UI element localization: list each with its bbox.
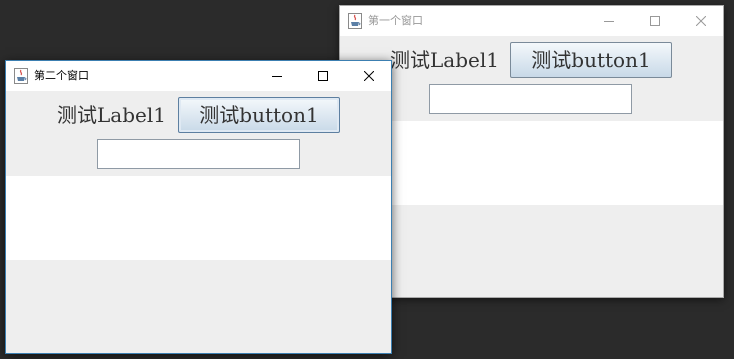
test-button[interactable]: 测试button1 <box>178 97 340 133</box>
content-panel <box>6 176 391 260</box>
window-title: 第二个窗口 <box>34 69 89 82</box>
close-icon <box>364 71 374 81</box>
maximize-button[interactable] <box>632 6 678 36</box>
titlebar-second[interactable]: 第二个窗口 <box>6 61 391 91</box>
java-cup-icon <box>348 13 362 29</box>
minimize-icon <box>604 21 614 22</box>
minimize-button[interactable] <box>586 6 632 36</box>
minimize-button[interactable] <box>254 61 300 91</box>
titlebar-first[interactable]: 第一个窗口 <box>340 6 723 36</box>
java-cup-icon <box>14 68 28 84</box>
window-second[interactable]: 第二个窗口 测试Label1 测试button1 <box>5 60 392 354</box>
maximize-icon <box>650 16 660 26</box>
maximize-icon <box>318 71 328 81</box>
test-label: 测试Label1 <box>57 103 166 127</box>
close-icon <box>696 16 706 26</box>
close-button[interactable] <box>346 61 392 91</box>
text-field[interactable] <box>97 139 300 169</box>
desktop: 第一个窗口 测试Label1 测试button1 第二个窗口 测试Label1 … <box>0 0 734 359</box>
maximize-button[interactable] <box>300 61 346 91</box>
minimize-icon <box>272 76 282 77</box>
test-button[interactable]: 测试button1 <box>510 42 672 78</box>
content-panel <box>340 121 723 205</box>
test-label: 测试Label1 <box>390 48 499 72</box>
window-title: 第一个窗口 <box>368 14 423 27</box>
window-first[interactable]: 第一个窗口 测试Label1 测试button1 <box>339 5 724 298</box>
text-field[interactable] <box>429 84 632 114</box>
close-button[interactable] <box>678 6 724 36</box>
